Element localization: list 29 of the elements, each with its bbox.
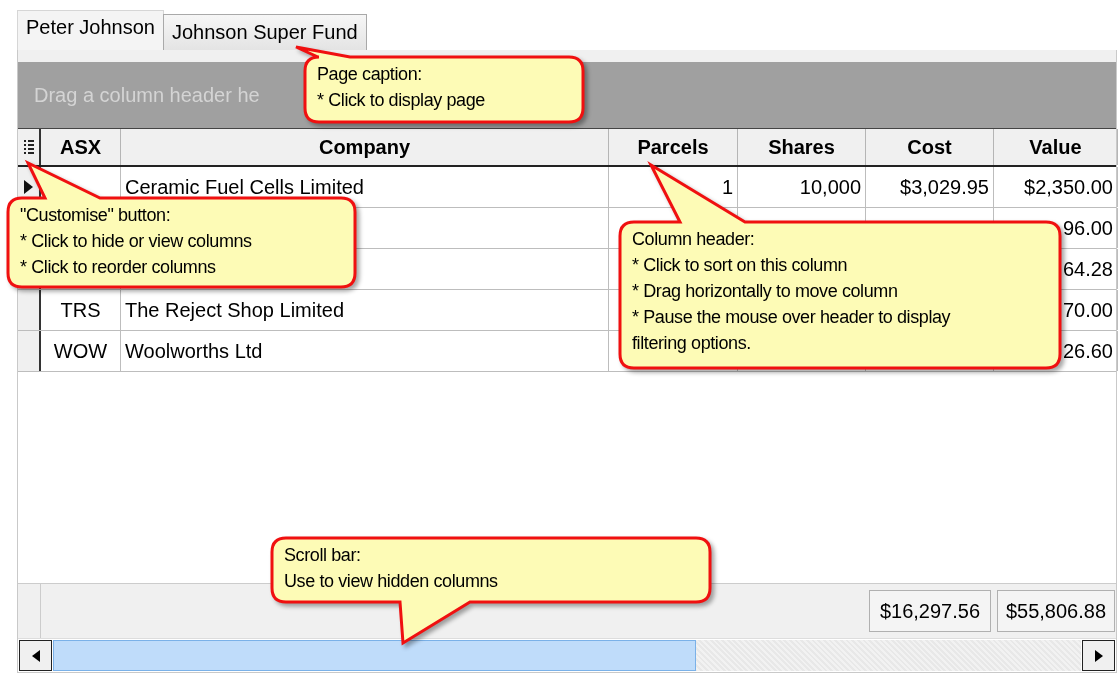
table-cell: Woolworths Ltd [121, 331, 609, 371]
table-cell: $2,350.00 [994, 167, 1118, 207]
list-icon [23, 139, 34, 155]
column-header[interactable]: Value [994, 129, 1118, 165]
table-cell: WOW [41, 331, 121, 371]
column-header[interactable]: Shares [738, 129, 866, 165]
column-header[interactable]: ASX [41, 129, 121, 165]
tab[interactable]: Johnson Super Fund [163, 14, 367, 50]
table-cell: 10,000 [738, 167, 866, 207]
scroll-left-button[interactable] [19, 640, 52, 671]
scroll-thumb[interactable] [53, 640, 696, 671]
column-header[interactable]: Company [121, 129, 609, 165]
scroll-right-button[interactable] [1082, 640, 1115, 671]
table-cell: $3,029.95 [866, 167, 994, 207]
total-cell: $16,297.56 [869, 590, 991, 632]
callout-text: Scroll bar: Use to view hidden columns [284, 544, 498, 593]
table-cell: TRS [41, 290, 121, 330]
right-arrow-icon [1094, 649, 1103, 662]
table-cell: The Reject Shop Limited [121, 290, 609, 330]
tab[interactable]: Peter Johnson [17, 10, 164, 50]
row-indicator[interactable] [18, 290, 41, 330]
column-header[interactable]: Cost [866, 129, 994, 165]
row-pointer-icon [24, 180, 33, 194]
callout-text: Page caption: * Click to display page [317, 63, 485, 112]
row-indicator[interactable] [18, 331, 41, 371]
left-arrow-icon [31, 649, 40, 662]
callout-text: Column header: * Click to sort on this column * Drag horizontally to move column * Pause the mouse over header to display filtering options. [632, 228, 951, 355]
callout-text: "Customise" button: * Click to hide or view columns * Click to reorder columns [20, 204, 252, 279]
total-cell: $55,806.88 [997, 590, 1115, 632]
